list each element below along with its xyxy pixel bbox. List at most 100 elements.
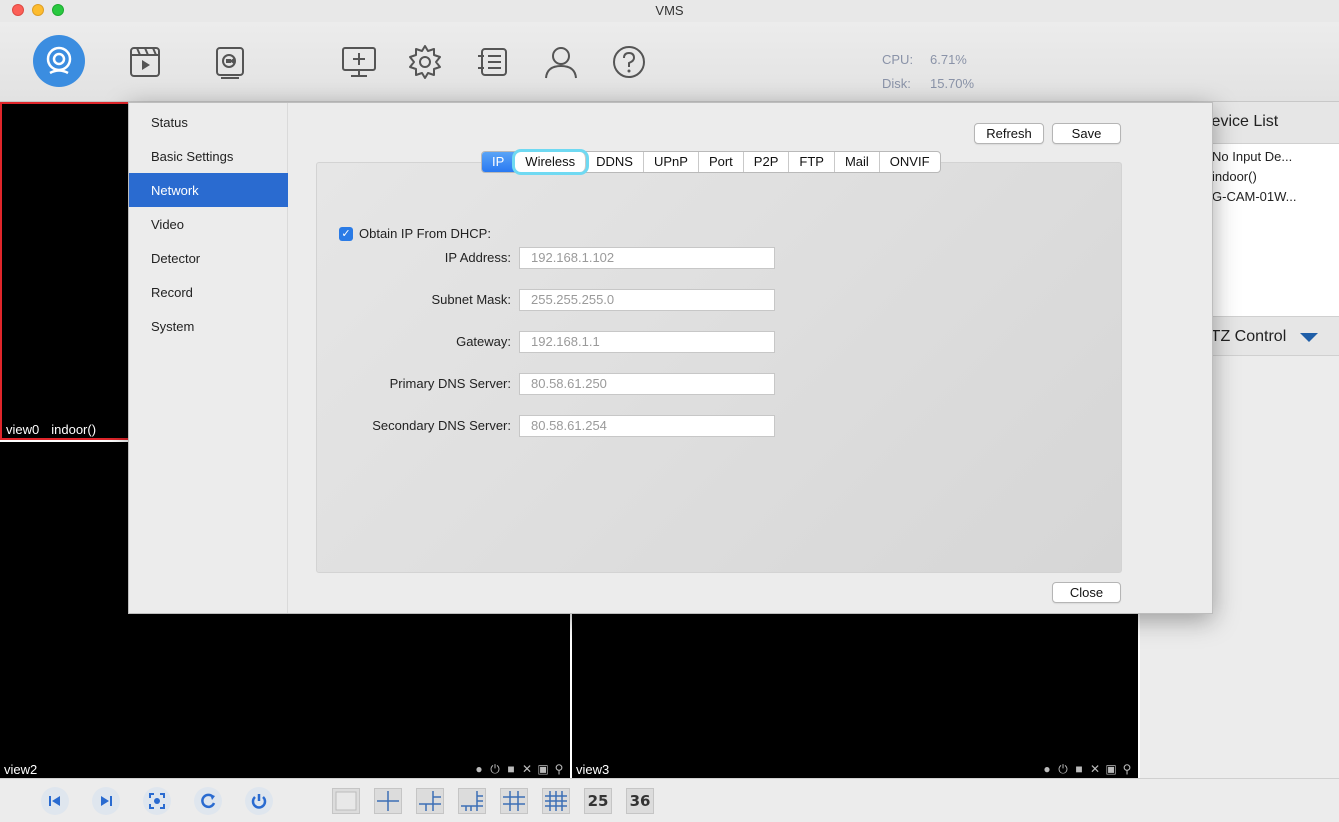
nav-basic-settings[interactable]: Basic Settings: [129, 139, 288, 173]
dhcp-label: Obtain IP From DHCP:: [359, 226, 491, 241]
nav-record[interactable]: Record: [129, 275, 288, 309]
nav-network[interactable]: Network: [129, 173, 288, 207]
mute-icon[interactable]: ✕: [520, 762, 534, 776]
device-item[interactable]: G-CAM-01W...: [1212, 189, 1297, 204]
device-item[interactable]: No Input De...: [1212, 149, 1292, 164]
fullscreen-icon: [149, 793, 165, 809]
layout-4-icon: [377, 791, 399, 811]
nav-status[interactable]: Status: [129, 105, 288, 139]
device-settings-dialog: Status Basic Settings Network Video Dete…: [128, 102, 1213, 614]
view-label: view3: [576, 762, 610, 777]
nav-system[interactable]: System: [129, 309, 288, 343]
dhcp-checkbox[interactable]: ✓: [339, 226, 353, 241]
bottom-bar: 25 36: [0, 778, 1339, 822]
layout-36-button[interactable]: 36: [626, 788, 654, 814]
log-button[interactable]: [467, 36, 519, 88]
ip-address-row: IP Address: 192.168.1.102: [317, 247, 1123, 269]
gateway-input[interactable]: 192.168.1.1: [519, 331, 775, 353]
chevron-down-icon[interactable]: [1300, 333, 1318, 342]
mic-icon[interactable]: ⚲: [1120, 762, 1134, 776]
add-device-button[interactable]: [333, 36, 385, 88]
view-controls: ● ⏻ ■ ✕ ▣ ⚲: [1040, 762, 1134, 776]
cpu-label: CPU:: [882, 52, 914, 67]
camera-eye-icon: [46, 46, 72, 75]
refresh-button[interactable]: [194, 787, 222, 815]
power-icon[interactable]: ⏻: [488, 762, 502, 776]
fullscreen-button[interactable]: [143, 787, 171, 815]
layout-8-icon: [461, 791, 483, 811]
nav-detector[interactable]: Detector: [129, 241, 288, 275]
mute-icon[interactable]: ✕: [1088, 762, 1102, 776]
tab-p2p[interactable]: P2P: [744, 152, 790, 172]
view-label: view2: [4, 762, 38, 777]
cpu-value: 6.71%: [930, 52, 967, 67]
mic-icon[interactable]: ⚲: [552, 762, 566, 776]
gateway-label: Gateway:: [456, 334, 511, 349]
tab-ddns[interactable]: DDNS: [586, 152, 644, 172]
refresh-icon: [201, 793, 216, 809]
status-dot-icon: ●: [1043, 762, 1051, 776]
power-button[interactable]: [245, 787, 273, 815]
main-toolbar: CPU: 6.71% Disk: 15.70%: [0, 22, 1339, 102]
list-icon: [478, 48, 507, 76]
subnet-mask-input[interactable]: 255.255.255.0: [519, 289, 775, 311]
tab-ftp[interactable]: FTP: [789, 152, 835, 172]
user-button[interactable]: [535, 36, 587, 88]
refresh-button[interactable]: Refresh: [974, 123, 1044, 144]
primary-dns-input[interactable]: 80.58.61.250: [519, 373, 775, 395]
gear-icon: [409, 45, 441, 79]
layout-4-button[interactable]: [374, 788, 402, 814]
status-dot-icon: ●: [475, 762, 483, 776]
network-tabs: IP Wireless DDNS UPnP Port P2P FTP Mail …: [481, 151, 941, 173]
secondary-dns-row: Secondary DNS Server: 80.58.61.254: [317, 415, 1123, 437]
tab-port[interactable]: Port: [699, 152, 744, 172]
layout-16-icon: [545, 791, 567, 811]
record-button[interactable]: [204, 36, 256, 88]
power-icon[interactable]: ⏻: [1056, 762, 1070, 776]
layout-8-button[interactable]: [458, 788, 486, 814]
monitor-add-icon: [342, 47, 376, 77]
network-panel: ✓ Obtain IP From DHCP: IP Address: 192.1…: [316, 162, 1122, 573]
tab-upnp[interactable]: UPnP: [644, 152, 699, 172]
live-view-button[interactable]: [33, 35, 85, 87]
layout-1-icon: [335, 791, 357, 811]
layout-6-button[interactable]: [416, 788, 444, 814]
film-clapper-icon: [130, 47, 160, 77]
video-recorder-icon: [216, 47, 244, 79]
dhcp-option[interactable]: ✓ Obtain IP From DHCP:: [339, 226, 491, 241]
help-button[interactable]: [603, 36, 655, 88]
playback-button[interactable]: [119, 36, 171, 88]
close-button[interactable]: Close: [1052, 582, 1121, 603]
tab-ip[interactable]: IP: [482, 152, 516, 172]
snapshot-icon[interactable]: ▣: [1104, 762, 1118, 776]
prev-icon: [49, 796, 60, 806]
secondary-dns-label: Secondary DNS Server:: [372, 418, 511, 433]
primary-dns-row: Primary DNS Server: 80.58.61.250: [317, 373, 1123, 395]
settings-button[interactable]: [399, 36, 451, 88]
previous-button[interactable]: [41, 787, 69, 815]
primary-dns-label: Primary DNS Server:: [389, 376, 511, 391]
layout-9-button[interactable]: [500, 788, 528, 814]
video-icon[interactable]: ■: [504, 762, 518, 776]
tab-onvif[interactable]: ONVIF: [880, 152, 940, 172]
save-button[interactable]: Save: [1052, 123, 1121, 144]
layout-25-button[interactable]: 25: [584, 788, 612, 814]
layout-16-button[interactable]: [542, 788, 570, 814]
device-item[interactable]: indoor(): [1212, 169, 1257, 184]
snapshot-icon[interactable]: ▣: [536, 762, 550, 776]
nav-video[interactable]: Video: [129, 207, 288, 241]
gateway-row: Gateway: 192.168.1.1: [317, 331, 1123, 353]
tab-mail[interactable]: Mail: [835, 152, 880, 172]
settings-sidebar: Status Basic Settings Network Video Dete…: [129, 103, 288, 613]
layout-1-button[interactable]: [332, 788, 360, 814]
disk-label: Disk:: [882, 76, 911, 91]
tab-wireless[interactable]: Wireless: [515, 152, 587, 172]
view-controls: ● ⏻ ■ ✕ ▣ ⚲: [472, 762, 566, 776]
ip-address-input[interactable]: 192.168.1.102: [519, 247, 775, 269]
layout-9-icon: [503, 791, 525, 811]
video-icon[interactable]: ■: [1072, 762, 1086, 776]
view-label: view0 indoor(): [6, 422, 97, 437]
next-button[interactable]: [92, 787, 120, 815]
title-bar: VMS: [0, 0, 1339, 22]
secondary-dns-input[interactable]: 80.58.61.254: [519, 415, 775, 437]
